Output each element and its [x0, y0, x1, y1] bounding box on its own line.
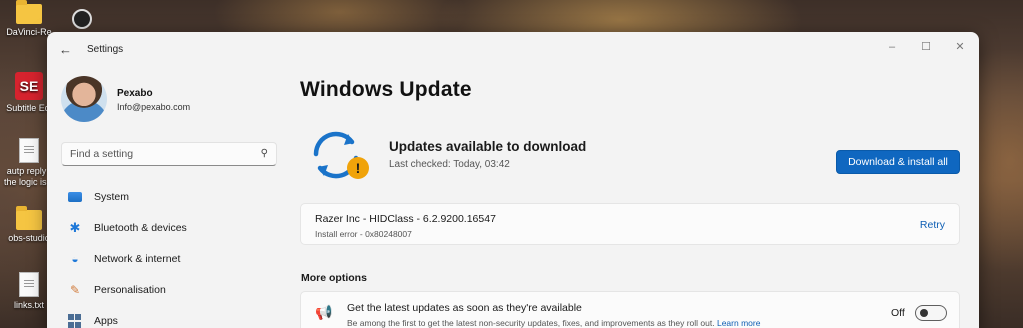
- apps-icon: [68, 314, 82, 328]
- folder-icon: [16, 0, 42, 24]
- avatar[interactable]: [61, 76, 107, 122]
- toggle-state-label: Off: [891, 307, 905, 319]
- back-button[interactable]: ←: [59, 42, 72, 57]
- desktop-icon-label: Subtitle Edi: [6, 103, 52, 113]
- subtitle-edit-icon: SE: [15, 72, 43, 100]
- update-error-card: Razer Inc - HIDClass - 6.2.9200.16547 In…: [300, 203, 960, 245]
- search-placeholder: Find a setting: [70, 148, 134, 160]
- wifi-icon: ◒: [71, 252, 79, 266]
- sidebar-item-label: Apps: [94, 315, 118, 327]
- search-input[interactable]: Find a setting ⚲: [61, 142, 277, 166]
- sidebar-item-apps[interactable]: Apps: [61, 308, 277, 328]
- desktop-icon-label: obs-studio: [8, 233, 50, 243]
- option-description: Be among the first to get the latest non…: [347, 318, 760, 328]
- last-checked-text: Last checked: Today, 03:42: [389, 159, 510, 170]
- sidebar-item-system[interactable]: System: [61, 184, 277, 210]
- sidebar-item-network[interactable]: ◒ Network & internet: [61, 246, 277, 272]
- learn-more-link[interactable]: Learn more: [717, 318, 760, 328]
- system-icon: [68, 192, 82, 202]
- page-title: Windows Update: [300, 78, 472, 101]
- sidebar-item-label: System: [94, 191, 130, 203]
- status-title: Updates available to download: [389, 139, 587, 154]
- desktop-icon-label: DaVinci-Re: [6, 27, 52, 37]
- sidebar-item-label: Bluetooth & devices: [94, 222, 187, 234]
- profile-email: Info@pexabo.com: [117, 102, 191, 112]
- megaphone-icon: 📢: [315, 304, 333, 320]
- maximize-button[interactable]: ☐: [913, 38, 939, 56]
- desktop-icon-label: links.txt: [13, 300, 44, 310]
- sidebar-item-bluetooth[interactable]: ✱ Bluetooth & devices: [61, 215, 277, 241]
- minimize-button[interactable]: –: [879, 38, 905, 56]
- sidebar-item-label: Network & internet: [94, 253, 181, 265]
- option-description-text: Be among the first to get the latest non…: [347, 318, 715, 328]
- search-icon[interactable]: ⚲: [261, 148, 268, 159]
- settings-window: ← Settings – ☐ ✕ Pexabo Info@pexabo.com …: [47, 32, 979, 328]
- option-card-latest-updates[interactable]: 📢 Get the latest updates as soon as they…: [300, 291, 960, 328]
- latest-updates-toggle[interactable]: [915, 305, 947, 321]
- toggle-knob: [920, 309, 928, 317]
- warning-icon: !: [356, 160, 361, 176]
- brush-icon: ✎: [69, 283, 81, 297]
- close-button[interactable]: ✕: [947, 38, 973, 56]
- update-name: Razer Inc - HIDClass - 6.2.9200.16547: [315, 213, 496, 225]
- text-file-icon: [19, 138, 39, 163]
- sync-warning-icon: !: [313, 131, 369, 179]
- folder-icon: [16, 206, 42, 230]
- obs-tray-icon[interactable]: [72, 9, 92, 29]
- more-options-heading: More options: [301, 272, 367, 284]
- title-bar[interactable]: ← Settings – ☐ ✕: [47, 32, 979, 66]
- app-title: Settings: [87, 44, 124, 55]
- sidebar-item-personalisation[interactable]: ✎ Personalisation: [61, 277, 277, 303]
- option-title: Get the latest updates as soon as they'r…: [347, 302, 582, 314]
- bluetooth-icon: ✱: [69, 220, 81, 235]
- retry-button[interactable]: Retry: [920, 219, 945, 231]
- profile-name: Pexabo: [117, 88, 153, 99]
- update-error-detail: Install error - 0x80248007: [315, 229, 412, 239]
- text-file-icon: [19, 272, 39, 297]
- download-install-all-button[interactable]: Download & install all: [836, 150, 960, 174]
- sidebar-item-label: Personalisation: [94, 284, 166, 296]
